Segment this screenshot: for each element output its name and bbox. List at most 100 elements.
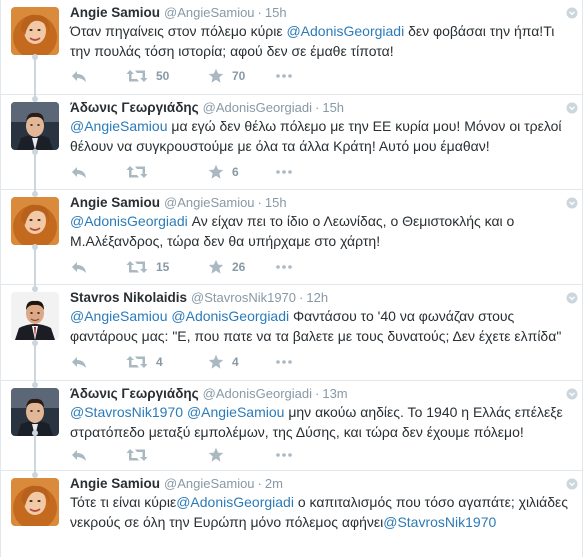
- mention-link[interactable]: @AdonisGeorgiadi: [286, 23, 404, 39]
- tweet-text-segment: Τότε τι είναι κύριε: [70, 494, 177, 510]
- tweet-menu-icon[interactable]: [566, 196, 578, 209]
- tweet-timestamp[interactable]: 13m: [322, 386, 347, 401]
- tweet-timestamp[interactable]: 15h: [265, 195, 287, 210]
- author-fullname[interactable]: Angie Samiou: [70, 195, 160, 210]
- author-username[interactable]: @AngieSamiou: [164, 476, 255, 491]
- star-icon: [208, 447, 224, 463]
- tweet-header: Angie Samiou @AngieSamiou · 15h: [70, 4, 576, 22]
- tweet-timestamp[interactable]: 12h: [306, 290, 328, 305]
- author-username[interactable]: @StavrosNik1970: [191, 290, 296, 305]
- tweet[interactable]: Άδωνις Γεωργιάδης @AdonisGeorgiadi · 13m @St…: [1, 340, 583, 471]
- favorite-count: 26: [232, 260, 246, 274]
- tweet-menu-icon[interactable]: [566, 291, 578, 304]
- mention-link[interactable]: @AdonisGeorgiadi: [176, 494, 294, 510]
- retweet-count: 50: [156, 69, 170, 83]
- star-icon: [208, 68, 224, 84]
- retweet-button[interactable]: 4: [126, 352, 163, 372]
- more-button[interactable]: [276, 445, 292, 465]
- avatar[interactable]: [11, 7, 59, 55]
- tweet-text: @AngieSamiou μα εγώ δεν θέλω πόλεμο με τ…: [70, 116, 570, 156]
- avatar[interactable]: [11, 197, 59, 245]
- retweet-button[interactable]: 50: [126, 66, 169, 86]
- reply-button[interactable]: [71, 352, 87, 372]
- favorite-button[interactable]: 26: [208, 257, 245, 277]
- author-username[interactable]: @AdonisGeorgiadi: [203, 386, 312, 401]
- thread-connector-line: [32, 430, 38, 478]
- author-fullname[interactable]: Stavros Nikolaidis: [70, 290, 187, 305]
- reply-icon: [71, 69, 87, 83]
- tweet[interactable]: Stavros Nikolaidis @StavrosNik1970 · 12h @An…: [1, 244, 583, 381]
- tweet[interactable]: Angie Samiou @AngieSamiou · 15h @AdonisGeorg…: [1, 149, 583, 285]
- mention-link[interactable]: @AdonisGeorgiadi: [70, 213, 188, 229]
- mention-link[interactable]: @StavrosNik1970: [70, 404, 183, 420]
- tweet-header: Stavros Nikolaidis @StavrosNik1970 · 12h: [70, 289, 576, 307]
- thread-connector-line: [32, 340, 38, 388]
- favorite-button[interactable]: 70: [208, 66, 245, 86]
- favorite-count: 6: [232, 165, 239, 179]
- star-icon: [208, 259, 224, 275]
- more-button[interactable]: [276, 66, 292, 86]
- mention-link[interactable]: @AngieSamiou: [70, 118, 168, 134]
- reply-icon: [71, 260, 87, 274]
- avatar[interactable]: [11, 292, 59, 340]
- retweet-button[interactable]: 15: [126, 257, 169, 277]
- favorite-button[interactable]: 4: [208, 352, 239, 372]
- retweet-button[interactable]: [126, 445, 156, 465]
- tweet-menu-icon[interactable]: [566, 477, 578, 490]
- tweet-timestamp[interactable]: 2m: [265, 476, 283, 491]
- tweet[interactable]: Angie Samiou @AngieSamiou · 15h Όταν πηγαίνε…: [1, 0, 583, 95]
- tweet-timestamp[interactable]: 15h: [265, 5, 287, 20]
- mention-link[interactable]: @AngieSamiou: [187, 404, 285, 420]
- avatar[interactable]: [11, 102, 59, 150]
- more-button[interactable]: [276, 162, 292, 182]
- conversation-thread: Angie Samiou @AngieSamiou · 15h Όταν πηγαίνε…: [0, 0, 583, 557]
- more-dots-icon: [276, 359, 292, 365]
- reply-button[interactable]: [71, 162, 87, 182]
- author-fullname[interactable]: Angie Samiou: [70, 476, 160, 491]
- tweet[interactable]: Άδωνις Γεωργιάδης @AdonisGeorgiadi · 15h @An…: [1, 54, 583, 190]
- author-username[interactable]: @AngieSamiou: [164, 5, 255, 20]
- author-username[interactable]: @AngieSamiou: [164, 195, 255, 210]
- avatar[interactable]: [11, 478, 59, 526]
- author-username[interactable]: @AdonisGeorgiadi: [203, 100, 312, 115]
- tweet-menu-icon[interactable]: [566, 6, 578, 19]
- tweet-timestamp[interactable]: 15h: [322, 100, 344, 115]
- separator-dot: ·: [315, 100, 320, 115]
- retweet-icon: [126, 448, 148, 462]
- reply-icon: [71, 448, 87, 462]
- author-fullname[interactable]: Άδωνις Γεωργιάδης: [70, 100, 199, 115]
- mention-link[interactable]: @AdonisGeorgiadi: [171, 308, 289, 324]
- more-button[interactable]: [276, 257, 292, 277]
- favorite-button[interactable]: 6: [208, 162, 239, 182]
- avatar[interactable]: [11, 388, 59, 436]
- retweet-button[interactable]: [126, 162, 156, 182]
- thread-connector-line: [32, 244, 38, 292]
- separator-dot: ·: [257, 195, 262, 210]
- tweet-menu-icon[interactable]: [566, 101, 578, 114]
- author-fullname[interactable]: Άδωνις Γεωργιάδης: [70, 386, 199, 401]
- more-button[interactable]: [276, 352, 292, 372]
- thread-connector-line: [32, 54, 38, 102]
- tweet-header: Angie Samiou @AngieSamiou · 2m: [70, 475, 576, 493]
- tweet-text: Όταν πηγαίνεις στον πόλεμο κύριε @Adonis…: [70, 21, 570, 61]
- reply-button[interactable]: [71, 445, 87, 465]
- tweet-text: Τότε τι είναι κύριε@AdonisGeorgiadi ο κα…: [70, 492, 570, 532]
- separator-dot: ·: [315, 386, 320, 401]
- tweet-text: @StavrosNik1970 @AngieSamiou μην ακούω α…: [70, 402, 570, 442]
- mention-link[interactable]: @StavrosNik1970: [383, 514, 496, 530]
- mention-link[interactable]: @AngieSamiou: [70, 308, 168, 324]
- author-fullname[interactable]: Angie Samiou: [70, 5, 160, 20]
- more-dots-icon: [276, 264, 292, 270]
- retweet-count: 4: [156, 355, 163, 369]
- reply-button[interactable]: [71, 66, 87, 86]
- tweet-text-segment: Όταν πηγαίνεις στον πόλεμο κύριε: [70, 23, 287, 39]
- retweet-icon: [126, 260, 148, 274]
- reply-button[interactable]: [71, 257, 87, 277]
- reply-icon: [71, 165, 87, 179]
- favorite-button[interactable]: [208, 445, 232, 465]
- tweet[interactable]: Angie Samiou @AngieSamiou · 2m Τότε τι είναι…: [1, 430, 583, 557]
- separator-dot: ·: [299, 290, 304, 305]
- retweet-count: 15: [156, 260, 170, 274]
- tweet-menu-icon[interactable]: [566, 387, 578, 400]
- more-dots-icon: [276, 169, 292, 175]
